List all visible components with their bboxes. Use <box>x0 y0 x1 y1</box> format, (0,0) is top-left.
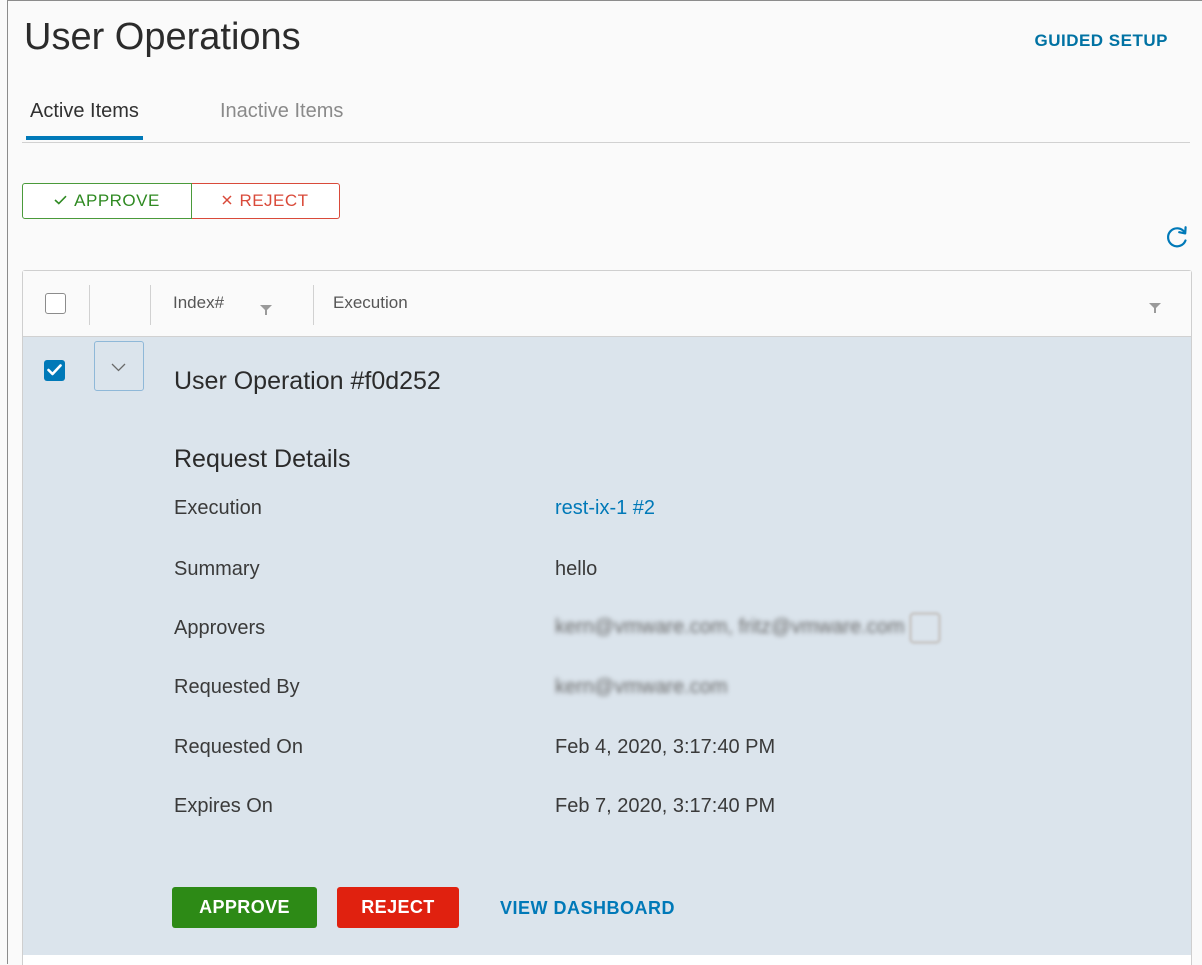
guided-setup-link[interactable]: GUIDED SETUP <box>1034 31 1168 51</box>
tab-bar: Active Items Inactive Items <box>22 92 1190 143</box>
execution-link[interactable]: rest-ix-1 #2 <box>555 497 655 520</box>
expires-on-label: Expires On <box>174 795 273 817</box>
bulk-approve-button[interactable]: APPROVE <box>22 183 192 219</box>
column-separator <box>150 285 151 325</box>
window-border-top <box>7 0 1202 1</box>
tab-inactive-items-label: Inactive Items <box>220 100 344 122</box>
check-icon <box>54 192 67 210</box>
summary-value: hello <box>555 558 598 580</box>
close-icon <box>222 192 232 210</box>
requested-by-value: kern@vmware.com <box>555 676 728 698</box>
tab-active-items[interactable]: Active Items <box>26 100 143 140</box>
column-header-index[interactable]: Index# <box>173 293 224 313</box>
tab-inactive-items[interactable]: Inactive Items <box>220 100 343 123</box>
requested-on-label: Requested On <box>174 736 303 758</box>
requested-by-label: Requested By <box>174 676 300 698</box>
refresh-icon[interactable] <box>1164 224 1190 250</box>
execution-label: Execution <box>174 497 262 519</box>
tab-active-items-label: Active Items <box>30 100 139 122</box>
column-separator <box>313 285 314 325</box>
row-expand-toggle[interactable] <box>94 341 144 391</box>
select-all-checkbox[interactable] <box>45 293 66 314</box>
row-title: User Operation #f0d252 <box>174 367 441 395</box>
request-details-heading: Request Details <box>174 445 351 473</box>
bulk-reject-label: REJECT <box>239 191 309 210</box>
summary-label: Summary <box>174 558 260 580</box>
reject-button[interactable]: REJECT <box>337 887 459 928</box>
expires-on-value: Feb 7, 2020, 3:17:40 PM <box>555 795 776 817</box>
execution-filter-icon[interactable] <box>1149 300 1161 313</box>
requested-on-value: Feb 4, 2020, 3:17:40 PM <box>555 736 776 758</box>
active-tab-indicator <box>26 136 143 140</box>
bulk-approve-label: APPROVE <box>74 191 160 210</box>
row-select-checkbox[interactable] <box>44 360 65 381</box>
grid-header: Index# Execution <box>23 271 1191 337</box>
table-row: User Operation #f0d252 Request Details E… <box>23 337 1191 955</box>
window-border-left <box>7 0 8 964</box>
bulk-action-group: APPROVE REJECT <box>22 183 340 219</box>
view-dashboard-link[interactable]: VIEW DASHBOARD <box>500 898 675 919</box>
column-separator <box>89 285 90 325</box>
approve-button[interactable]: APPROVE <box>172 887 317 928</box>
approvers-value: kern@vmware.com, fritz@vmware.com <box>555 616 905 639</box>
index-filter-icon[interactable] <box>260 302 272 315</box>
approvers-overflow-icon[interactable] <box>908 612 941 644</box>
column-header-execution[interactable]: Execution <box>333 293 408 313</box>
approvers-label: Approvers <box>174 617 266 639</box>
approvers-value-wrap: kern@vmware.com, fritz@vmware.com <box>555 612 941 644</box>
page-title: User Operations <box>24 16 301 58</box>
bulk-reject-button[interactable]: REJECT <box>192 183 340 219</box>
user-operations-grid: Index# Execution User Operation #f0d252 … <box>22 270 1192 965</box>
